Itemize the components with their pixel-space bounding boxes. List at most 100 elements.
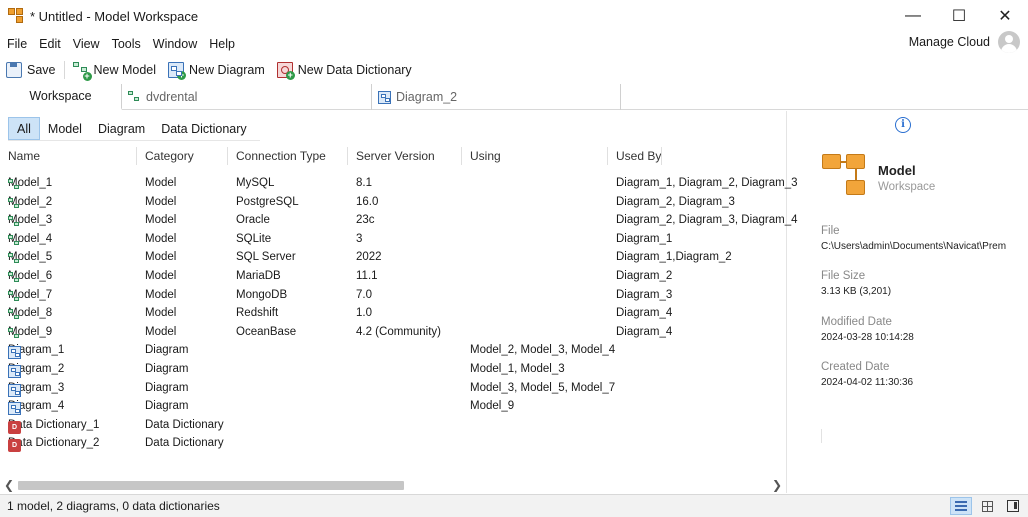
cell-connection-type: MySQL: [236, 177, 275, 189]
column-divider[interactable]: [227, 147, 228, 165]
cell-name: Diagram_4: [8, 400, 64, 416]
cell-server-version: 7.0: [356, 288, 372, 301]
table-row[interactable]: Diagram_4 Diagram Model_9: [0, 398, 786, 417]
avatar[interactable]: [998, 31, 1020, 53]
tab-bar: Workspace dvdrental Diagram_2: [0, 84, 1028, 110]
column-header-used-by[interactable]: Used By: [616, 149, 661, 163]
cell-category: Diagram: [145, 381, 189, 394]
table-row[interactable]: Model_4 Model SQLite 3 Diagram_1: [0, 231, 786, 250]
cell-using: Model_1, Model_3: [470, 362, 565, 375]
column-divider[interactable]: [607, 147, 608, 165]
cell-name: Model_9: [8, 326, 52, 338]
cell-category: Diagram: [145, 344, 189, 357]
cell-server-version: 8.1: [356, 177, 372, 189]
column-divider[interactable]: [136, 147, 137, 165]
cell-name: Model_2: [8, 196, 52, 208]
cell-name: Model_6: [8, 270, 52, 282]
cell-connection-type: Oracle: [236, 214, 270, 227]
horizontal-scrollbar[interactable]: ❮ ❯: [0, 477, 786, 493]
model-icon: [8, 197, 21, 211]
diagram-icon: [8, 402, 21, 416]
scroll-left-icon[interactable]: ❮: [4, 478, 14, 492]
table-row[interactable]: D Data Dictionary_1 Data Dictionary: [0, 417, 786, 436]
column-header-using[interactable]: Using: [470, 149, 501, 163]
table-row[interactable]: D Data Dictionary_2 Data Dictionary: [0, 435, 786, 454]
table-row[interactable]: Diagram_3 Diagram Model_3, Model_5, Model_…: [0, 380, 786, 399]
table-row[interactable]: Model_7 Model MongoDB 7.0 Diagram_3: [0, 287, 786, 306]
cell-category: Model: [145, 325, 177, 338]
cell-name: Diagram_3: [8, 382, 64, 397]
menu-tools[interactable]: Tools: [105, 37, 146, 51]
column-header-server-version[interactable]: Server Version: [356, 149, 435, 163]
new-data-dictionary-button[interactable]: + New Data Dictionary: [271, 59, 418, 81]
column-header-connection-type[interactable]: Connection Type: [236, 149, 326, 163]
menu-edit[interactable]: Edit: [32, 37, 66, 51]
menu-file[interactable]: File: [0, 37, 32, 51]
cell-used-by: Diagram_4: [616, 307, 673, 320]
model-icon: [8, 216, 21, 229]
close-button[interactable]: ✕: [982, 0, 1028, 32]
tab-dvdrental[interactable]: dvdrental: [122, 84, 372, 110]
tile-view-button[interactable]: [976, 497, 998, 515]
tab-diagram-2[interactable]: Diagram_2: [372, 84, 621, 110]
table-row[interactable]: Model_6 Model MariaDB 11.1 Diagram_2: [0, 268, 786, 287]
modified-date-value: 2024-03-28 10:14:28: [821, 332, 914, 343]
table-row[interactable]: Model_9 Model OceanBase 4.2 (Community) Diag…: [0, 324, 786, 343]
cell-server-version: 23c: [356, 214, 375, 227]
scrollbar-thumb[interactable]: [18, 481, 404, 490]
maximize-button[interactable]: ☐: [936, 0, 982, 32]
filter-all[interactable]: All: [8, 117, 40, 140]
model-icon: [8, 234, 21, 248]
column-divider[interactable]: [461, 147, 462, 165]
filter-model[interactable]: Model: [40, 117, 90, 140]
table-row[interactable]: Model_5 Model SQL Server 2022 Diagram_1,Diag…: [0, 249, 786, 268]
diagram-icon: [8, 364, 21, 378]
diagram-icon: [8, 346, 21, 360]
info-icon[interactable]: i: [895, 117, 911, 133]
tab-workspace[interactable]: Workspace: [0, 84, 122, 110]
column-divider[interactable]: [661, 147, 662, 165]
save-label: Save: [27, 63, 56, 77]
manage-cloud-label[interactable]: Manage Cloud: [909, 35, 990, 49]
table-row[interactable]: Model_3 Model Oracle 23c Diagram_2, Diagram_…: [0, 212, 798, 231]
cell-server-version: 2022: [356, 251, 382, 264]
cell-category: Model: [145, 288, 177, 301]
diagram-icon: [378, 90, 391, 104]
minimize-button[interactable]: —: [890, 0, 936, 32]
object-table: Name Category Connection Type Server Ver…: [0, 145, 798, 453]
table-row[interactable]: Model_2 Model PostgreSQL 16.0 Diagram_2, Dia…: [0, 194, 786, 213]
column-header-category[interactable]: Category: [145, 149, 194, 163]
created-date-value: 2024-04-02 11:30:36: [821, 377, 914, 388]
file-label: File: [821, 225, 840, 237]
filter-diagram[interactable]: Diagram: [90, 117, 153, 140]
table-header: Name Category Connection Type Server Ver…: [0, 145, 786, 167]
list-view-button[interactable]: [950, 497, 972, 515]
column-header-name[interactable]: Name: [8, 149, 40, 163]
table-row[interactable]: Diagram_1 Diagram Model_2, Model_3, Model_…: [0, 342, 786, 361]
cell-connection-type: MongoDB: [236, 288, 288, 301]
menu-window[interactable]: Window: [146, 37, 202, 51]
manage-cloud[interactable]: Manage Cloud: [909, 31, 1020, 53]
toggle-details-button[interactable]: [1002, 497, 1024, 515]
cell-category: Model: [145, 214, 177, 227]
save-button[interactable]: Save: [0, 59, 62, 81]
new-model-button[interactable]: + New Model: [67, 59, 163, 81]
table-row[interactable]: Model_8 Model Redshift 1.0 Diagram_4: [0, 305, 786, 324]
cell-category: Diagram: [145, 362, 189, 375]
column-divider[interactable]: [347, 147, 348, 165]
cell-connection-type: PostgreSQL: [236, 195, 299, 208]
scroll-right-icon[interactable]: ❯: [772, 478, 782, 492]
menu-help[interactable]: Help: [202, 37, 240, 51]
table-row[interactable]: Model_1 Model MySQL 8.1 Diagram_1, Diagram_2…: [0, 175, 798, 194]
table-row[interactable]: Diagram_2 Diagram Model_1, Model_3: [0, 361, 786, 380]
filter-data-dictionary[interactable]: Data Dictionary: [153, 117, 254, 140]
cell-name: Model_1: [8, 177, 52, 189]
row-name-label: Data Dictionary_1: [8, 418, 100, 431]
model-icon: [8, 309, 21, 322]
new-diagram-button[interactable]: + New Diagram: [162, 59, 271, 81]
cell-used-by: Diagram_1, Diagram_2, Diagram_3: [616, 177, 798, 189]
cell-used-by: Diagram_4: [616, 325, 673, 338]
filter-divider: [8, 140, 260, 141]
cell-category: Model: [145, 269, 177, 282]
menu-view[interactable]: View: [66, 37, 105, 51]
